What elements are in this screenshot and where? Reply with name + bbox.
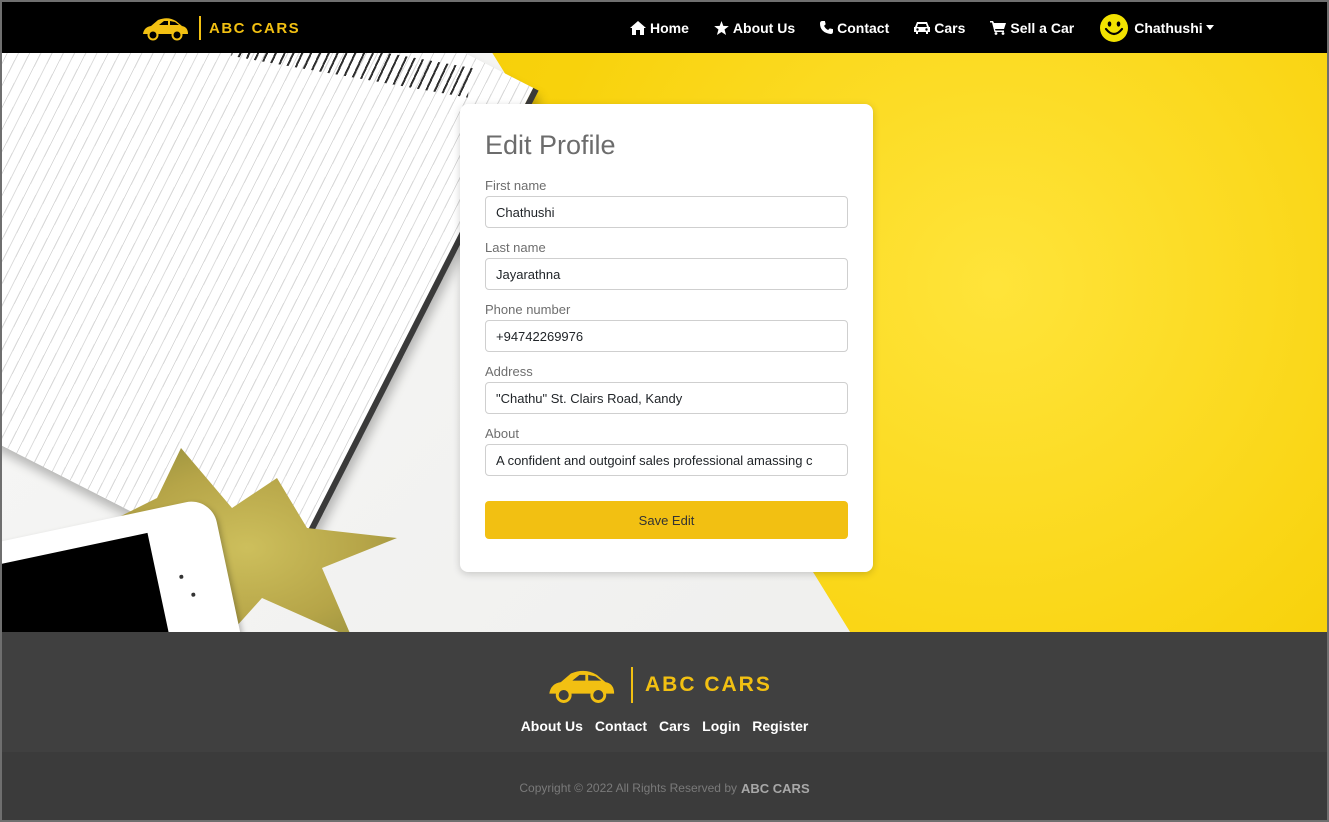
car-logo-icon <box>143 18 188 41</box>
copyright-brand: ABC CARS <box>741 780 810 796</box>
footer-link-about-us[interactable]: About Us <box>521 718 583 734</box>
car-logo-icon <box>549 670 615 703</box>
brand-separator <box>199 16 201 40</box>
footer-link-contact[interactable]: Contact <box>595 718 647 734</box>
page-frame: ABC CARS Home About Us Contact Cars Sell <box>0 0 1329 822</box>
footer: ABC CARS About Us Contact Cars Login Reg… <box>2 632 1327 752</box>
nav-about-us[interactable]: About Us <box>714 20 795 36</box>
phone-screen <box>2 532 177 632</box>
home-icon <box>630 20 646 35</box>
last-name-label: Last name <box>485 240 546 255</box>
page-title: Edit Profile <box>485 130 616 160</box>
copyright-bar: Copyright © 2022 All Rights Reserved by … <box>2 752 1327 820</box>
car-icon <box>914 22 931 34</box>
save-edit-button[interactable]: Save Edit <box>485 501 848 539</box>
user-menu-dropdown[interactable]: Chathushi <box>1099 13 1214 43</box>
nav-home[interactable]: Home <box>630 20 689 36</box>
phone-number-field[interactable] <box>485 320 848 352</box>
about-field[interactable] <box>485 444 848 476</box>
first-name-group: First name <box>485 178 848 228</box>
nav-cars-label: Cars <box>934 19 966 36</box>
footer-link-cars[interactable]: Cars <box>659 718 690 734</box>
nav-sell-label: Sell a Car <box>1010 19 1075 36</box>
first-name-label: First name <box>485 178 547 193</box>
address-group: Address <box>485 364 848 414</box>
address-field[interactable] <box>485 382 848 414</box>
star-icon <box>714 20 729 35</box>
cart-icon <box>990 20 1007 35</box>
nav-sell-a-car[interactable]: Sell a Car <box>990 20 1074 36</box>
brand-logo[interactable]: ABC CARS <box>140 13 300 43</box>
phone-icon <box>820 21 834 34</box>
edit-profile-card: Edit Profile First name Last name Phone … <box>460 104 873 572</box>
footer-link-login[interactable]: Login <box>702 718 740 734</box>
copyright-text: Copyright © 2022 All Rights Reserved by <box>519 781 737 795</box>
top-navbar: ABC CARS Home About Us Contact Cars Sell <box>2 2 1327 53</box>
first-name-field[interactable] <box>485 196 848 228</box>
footer-links: About Us Contact Cars Login Register <box>2 718 1327 734</box>
user-name: Chathushi <box>1134 19 1203 36</box>
nav-cars[interactable]: Cars <box>914 20 965 36</box>
nav-contact[interactable]: Contact <box>820 20 889 36</box>
phone-dot <box>190 592 196 598</box>
phone-number-group: Phone number <box>485 302 848 352</box>
about-label: About <box>485 426 519 441</box>
nav-contact-label: Contact <box>837 19 890 36</box>
phone-dot <box>178 574 184 580</box>
address-label: Address <box>485 364 533 379</box>
footer-link-register[interactable]: Register <box>752 718 808 734</box>
last-name-field[interactable] <box>485 258 848 290</box>
phone-number-label: Phone number <box>485 302 571 317</box>
nav-about-label: About Us <box>732 19 796 36</box>
about-group: About <box>485 426 848 476</box>
footer-brand-name: ABC CARS <box>645 673 772 696</box>
nav-home-label: Home <box>650 19 689 36</box>
footer-brand-separator <box>631 667 633 703</box>
chevron-down-icon <box>1205 25 1214 30</box>
footer-brand-logo[interactable]: ABC CARS <box>545 666 772 704</box>
last-name-group: Last name <box>485 240 848 290</box>
smiley-icon <box>1100 13 1129 42</box>
nav-menu: Home About Us Contact Cars Sell a Car Ch… <box>630 2 1214 53</box>
brand-name: ABC CARS <box>209 19 301 37</box>
